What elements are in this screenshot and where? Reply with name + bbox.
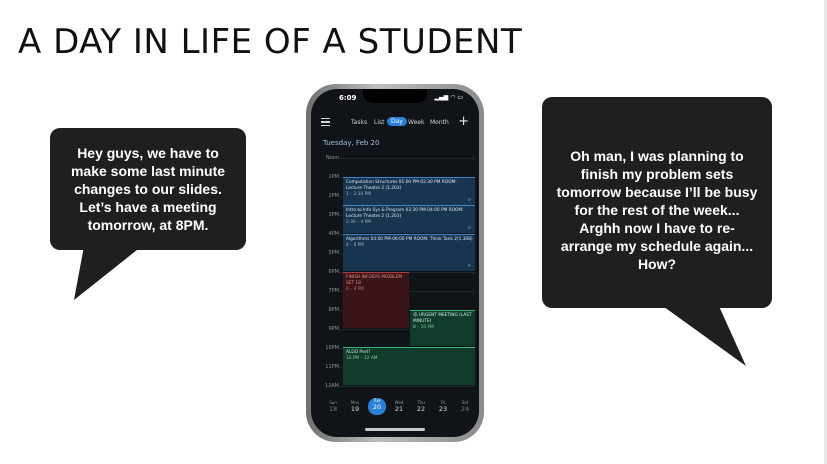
event-title: Computation Structures 01:00 PM-02:30 PM…: [346, 180, 457, 191]
event-intro-info-sys[interactable]: Intro to Info Sys & Program 02:30 PM-04:…: [343, 205, 475, 233]
week-day-tue[interactable]: Tue 20: [368, 398, 386, 415]
home-indicator[interactable]: [365, 428, 425, 431]
status-time: 6:09: [339, 94, 357, 102]
week-day-mon[interactable]: Mon 19: [346, 400, 364, 413]
hour-label: 12AM: [324, 383, 339, 389]
tab-tasks[interactable]: Tasks: [351, 119, 367, 126]
hour-label: Noon: [325, 155, 339, 161]
recurring-icon: ⟳: [467, 225, 471, 230]
hour-label: 9PM: [328, 326, 339, 332]
tab-week[interactable]: Week: [408, 119, 424, 126]
calendar-toolbar: Tasks List Day Week Month +: [311, 114, 479, 131]
week-day-date: 24: [460, 405, 470, 413]
event-urgent-meeting[interactable]: 😡 URGENT MEETING (LAST MINUTE) 8 – 10 PM: [410, 310, 475, 346]
week-day-date: 18: [328, 405, 338, 413]
week-day-date: 23: [438, 405, 448, 413]
grid-line: [339, 158, 475, 159]
speech-bubble-right: Oh man, I was planning to finish my prob…: [542, 97, 772, 308]
week-day-date: 21: [394, 405, 404, 413]
week-day-thu[interactable]: Thu 22: [412, 400, 430, 413]
calendar-app-screen: 6:09 ▂▄▆ ◠ ▭ Tasks List Day Week Month +…: [311, 89, 479, 437]
event-finish-infosys[interactable]: FINISH INFOSYS PROBLEM SET 1B 6 – 8 PM: [343, 272, 409, 328]
hour-label: 11PM: [325, 364, 339, 370]
speech-bubble-left-tail: [74, 246, 142, 300]
speech-bubble-right-text: Oh man, I was planning to finish my prob…: [556, 148, 758, 272]
event-title: Algorithms 04:00 PM-06:00 PM ROOM: Think…: [346, 237, 473, 242]
event-time: 2:30 – 4 PM: [346, 220, 371, 225]
selected-date-header: Tuesday, Feb 20: [323, 139, 380, 147]
event-computation-structures[interactable]: Computation Structures 01:00 PM-02:30 PM…: [343, 177, 475, 205]
event-algo-pset[interactable]: ALGO Pset! 10 PM – 12 AM: [343, 347, 475, 385]
week-day-fri[interactable]: Fri 23: [434, 400, 452, 413]
phone-notch: [363, 89, 427, 103]
event-algorithms[interactable]: Algorithms 04:00 PM-06:00 PM ROOM: Think…: [343, 234, 475, 271]
event-time: 10 PM – 12 AM: [346, 356, 378, 361]
week-day-wed[interactable]: Wed 21: [390, 400, 408, 413]
event-title: FINISH INFOSYS PROBLEM SET 1B: [346, 275, 403, 286]
hour-label: 10PM: [325, 345, 339, 351]
hour-label: 5PM: [328, 250, 339, 256]
tab-month[interactable]: Month: [430, 119, 449, 126]
tab-list[interactable]: List: [374, 119, 385, 126]
hour-label: 6PM: [328, 269, 339, 275]
hour-label: 1PM: [328, 174, 339, 180]
speech-bubble-left-text: Hey guys, we have to make some last minu…: [70, 145, 226, 233]
hour-label: 7PM: [328, 288, 339, 294]
hamburger-menu-icon[interactable]: [321, 118, 330, 127]
event-title: 😡 URGENT MEETING (LAST MINUTE): [413, 313, 472, 324]
speech-bubble-right-tail: [660, 304, 746, 366]
event-title: Intro to Info Sys & Program 02:30 PM-04:…: [346, 208, 464, 219]
week-day-sat[interactable]: Sat 24: [456, 400, 474, 413]
hour-label: 4PM: [328, 231, 339, 237]
event-time: 6 – 8 PM: [346, 287, 365, 292]
tab-day[interactable]: Day: [387, 117, 407, 126]
add-event-button[interactable]: +: [458, 114, 469, 129]
phone-mockup: 6:09 ▂▄▆ ◠ ▭ Tasks List Day Week Month +…: [306, 84, 484, 442]
recurring-icon: ⟳: [467, 197, 471, 202]
event-time: 4 – 6 PM: [346, 243, 365, 248]
week-day-date: 20: [372, 403, 382, 411]
hour-label: 3PM: [328, 212, 339, 218]
grid-line: [339, 386, 475, 387]
signal-wifi-battery-icon: ▂▄▆ ◠ ▭: [434, 94, 463, 101]
event-time: 1 – 2:30 PM: [346, 192, 371, 197]
event-time: 8 – 10 PM: [413, 325, 434, 330]
hour-label: 8PM: [328, 307, 339, 313]
recurring-icon: ⟳: [467, 263, 471, 268]
week-day-date: 22: [416, 405, 426, 413]
week-day-sun[interactable]: Sun 18: [324, 400, 342, 413]
hour-label: 2PM: [328, 193, 339, 199]
slide-title: A DAY IN LIFE OF A STUDENT: [18, 22, 523, 62]
speech-bubble-left: Hey guys, we have to make some last minu…: [50, 128, 246, 250]
week-day-date: 19: [350, 405, 360, 413]
week-strip: Sun 18 Mon 19 Tue 20 Wed 21 Thu 22 Fri 2…: [311, 398, 479, 422]
